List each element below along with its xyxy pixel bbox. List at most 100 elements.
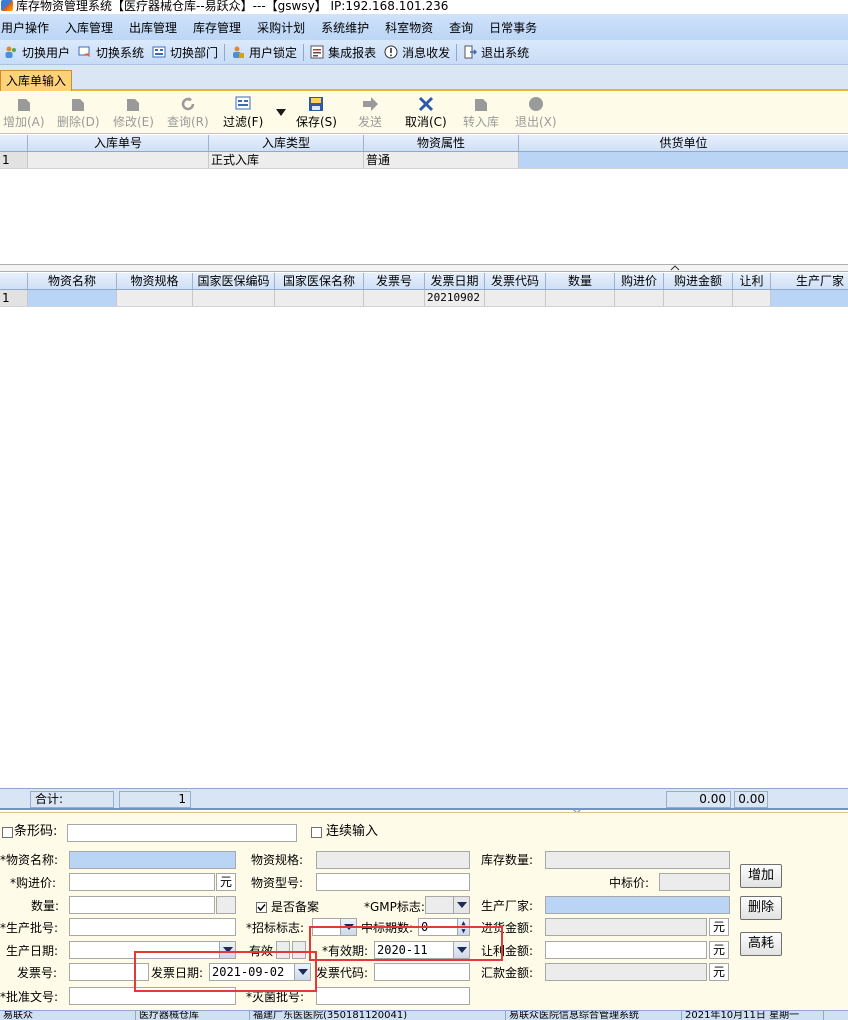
panel-splitter[interactable] bbox=[0, 264, 848, 272]
send-button[interactable]: 发送 bbox=[358, 95, 382, 129]
bid-flag-select[interactable] bbox=[312, 918, 357, 936]
table-row[interactable]: 1 正式入库 普通 bbox=[0, 152, 848, 169]
table-cell[interactable] bbox=[733, 290, 771, 306]
column-header[interactable]: 数量 bbox=[546, 273, 615, 289]
query-button[interactable]: 查询(R) bbox=[167, 95, 209, 129]
toolbar-lock-user[interactable]: 用户锁定 bbox=[231, 44, 297, 61]
table-cell[interactable] bbox=[615, 290, 664, 306]
menu-system-maint[interactable]: 系统维护 bbox=[321, 19, 377, 36]
valid-box-2[interactable] bbox=[292, 941, 306, 959]
valid-box-1[interactable] bbox=[276, 941, 290, 959]
table-cell[interactable] bbox=[546, 290, 615, 306]
toolbar-switch-system[interactable]: 切换系统 bbox=[78, 44, 144, 61]
save-button[interactable]: 保存(S) bbox=[296, 95, 337, 129]
chevron-down-icon[interactable] bbox=[294, 964, 310, 980]
add-button[interactable]: 增加(A) bbox=[3, 95, 45, 129]
column-header[interactable]: 生产厂家 bbox=[771, 273, 848, 289]
table-cell[interactable] bbox=[485, 290, 546, 306]
column-header[interactable]: 购进金额 bbox=[664, 273, 733, 289]
grid-header: 入库单号 入库类型 物资属性 供货单位 bbox=[0, 135, 848, 152]
bid-count-stepper[interactable]: 0 ▲ ▼ bbox=[418, 918, 470, 936]
item-name-input[interactable] bbox=[69, 851, 236, 869]
spin-arrows-icon[interactable]: ▲ ▼ bbox=[457, 919, 469, 935]
item-model-input[interactable] bbox=[316, 873, 470, 891]
department-icon bbox=[152, 46, 166, 58]
discount-amount-input[interactable] bbox=[545, 941, 707, 959]
column-header[interactable]: 国家医保编码 bbox=[193, 273, 275, 289]
gmp-flag-label: *GMP标志: bbox=[364, 900, 425, 914]
column-header[interactable]: 物资属性 bbox=[364, 135, 519, 151]
high-cost-button[interactable]: 高耗 bbox=[740, 932, 782, 956]
table-row[interactable]: 1 20210902 bbox=[0, 290, 848, 307]
menu-query[interactable]: 查询 bbox=[449, 19, 481, 36]
table-cell[interactable]: 20210902 bbox=[425, 290, 485, 306]
toolbar-messages[interactable]: 消息收发 bbox=[384, 44, 450, 61]
purchase-price-input[interactable] bbox=[69, 873, 215, 891]
manufacturer-input[interactable] bbox=[545, 896, 730, 914]
column-header[interactable]: 发票代码 bbox=[485, 273, 546, 289]
table-cell[interactable]: 普通 bbox=[364, 152, 519, 168]
menu-stock[interactable]: 库存管理 bbox=[193, 19, 249, 36]
toolbar-switch-user[interactable]: 切换用户 bbox=[4, 44, 70, 61]
chevron-down-icon[interactable] bbox=[219, 942, 235, 958]
menu-user-ops[interactable]: 用户操作 bbox=[0, 19, 57, 36]
transfer-inbound-button[interactable]: 转入库 bbox=[463, 95, 499, 129]
exit-button[interactable]: 退出(X) bbox=[515, 95, 557, 129]
column-header[interactable]: 发票号 bbox=[364, 273, 425, 289]
barcode-input[interactable] bbox=[67, 824, 297, 842]
table-cell[interactable] bbox=[664, 290, 733, 306]
toolbar-exit[interactable]: 退出系统 bbox=[463, 44, 529, 61]
table-cell[interactable] bbox=[771, 290, 848, 306]
table-cell[interactable] bbox=[28, 290, 117, 306]
approval-no-input[interactable] bbox=[69, 987, 236, 1005]
filter-button[interactable]: 过滤(F) bbox=[223, 95, 263, 129]
row-number-header bbox=[0, 135, 28, 151]
column-header[interactable]: 入库单号 bbox=[28, 135, 209, 151]
menu-daily[interactable]: 日常事务 bbox=[489, 19, 545, 36]
column-header[interactable]: 物资规格 bbox=[117, 273, 193, 289]
invoice-code-input[interactable] bbox=[374, 963, 470, 981]
cancel-button[interactable]: 取消(C) bbox=[405, 95, 447, 129]
production-date-picker[interactable] bbox=[69, 941, 236, 959]
filter-dropdown-arrow[interactable] bbox=[276, 106, 286, 120]
menu-purchase-plan[interactable]: 采购计划 bbox=[257, 19, 313, 36]
invoice-date-picker[interactable]: 2021-09-02 bbox=[209, 963, 311, 981]
table-cell[interactable] bbox=[364, 290, 425, 306]
column-header[interactable]: 国家医保名称 bbox=[275, 273, 364, 289]
menu-dept-supplies[interactable]: 科室物资 bbox=[385, 19, 441, 36]
add-item-button[interactable]: 增加 bbox=[740, 864, 782, 888]
filed-checkbox[interactable] bbox=[256, 902, 267, 913]
continuous-input-checkbox[interactable] bbox=[311, 827, 322, 838]
table-cell[interactable]: 正式入库 bbox=[209, 152, 364, 168]
table-cell[interactable] bbox=[275, 290, 364, 306]
menu-outbound[interactable]: 出库管理 bbox=[129, 19, 185, 36]
column-header[interactable]: 物资名称 bbox=[28, 273, 117, 289]
table-cell[interactable] bbox=[28, 152, 209, 168]
column-header[interactable]: 购进价 bbox=[615, 273, 664, 289]
delete-button[interactable]: 删除(D) bbox=[57, 95, 100, 129]
expiry-date-picker[interactable]: 2020-11 bbox=[374, 941, 470, 959]
invoice-no-input[interactable] bbox=[69, 963, 149, 981]
sterile-batch-input[interactable] bbox=[316, 987, 470, 1005]
chevron-down-icon bbox=[340, 919, 356, 935]
column-header[interactable]: 入库类型 bbox=[209, 135, 364, 151]
stock-qty-input bbox=[545, 851, 730, 869]
barcode-checkbox[interactable] bbox=[2, 827, 13, 838]
lock-user-icon bbox=[233, 46, 245, 58]
chevron-down-icon[interactable] bbox=[453, 942, 469, 958]
quantity-input[interactable] bbox=[69, 896, 215, 914]
table-cell[interactable] bbox=[117, 290, 193, 306]
table-cell[interactable] bbox=[519, 152, 848, 168]
column-header[interactable]: 让利 bbox=[733, 273, 771, 289]
column-header[interactable]: 发票日期 bbox=[425, 273, 485, 289]
toolbar-switch-dept[interactable]: 切换部门 bbox=[152, 44, 218, 61]
delete-item-button[interactable]: 删除 bbox=[740, 896, 782, 920]
menu-inbound[interactable]: 入库管理 bbox=[65, 19, 121, 36]
modify-button[interactable]: 修改(E) bbox=[113, 95, 154, 129]
tab-inbound-entry[interactable]: 入库单输入 bbox=[0, 70, 73, 91]
batch-no-input[interactable] bbox=[69, 918, 236, 936]
gmp-flag-select[interactable] bbox=[425, 896, 470, 914]
column-header[interactable]: 供货单位 bbox=[519, 135, 848, 151]
table-cell[interactable] bbox=[193, 290, 275, 306]
toolbar-report[interactable]: 集成报表 bbox=[310, 44, 376, 61]
